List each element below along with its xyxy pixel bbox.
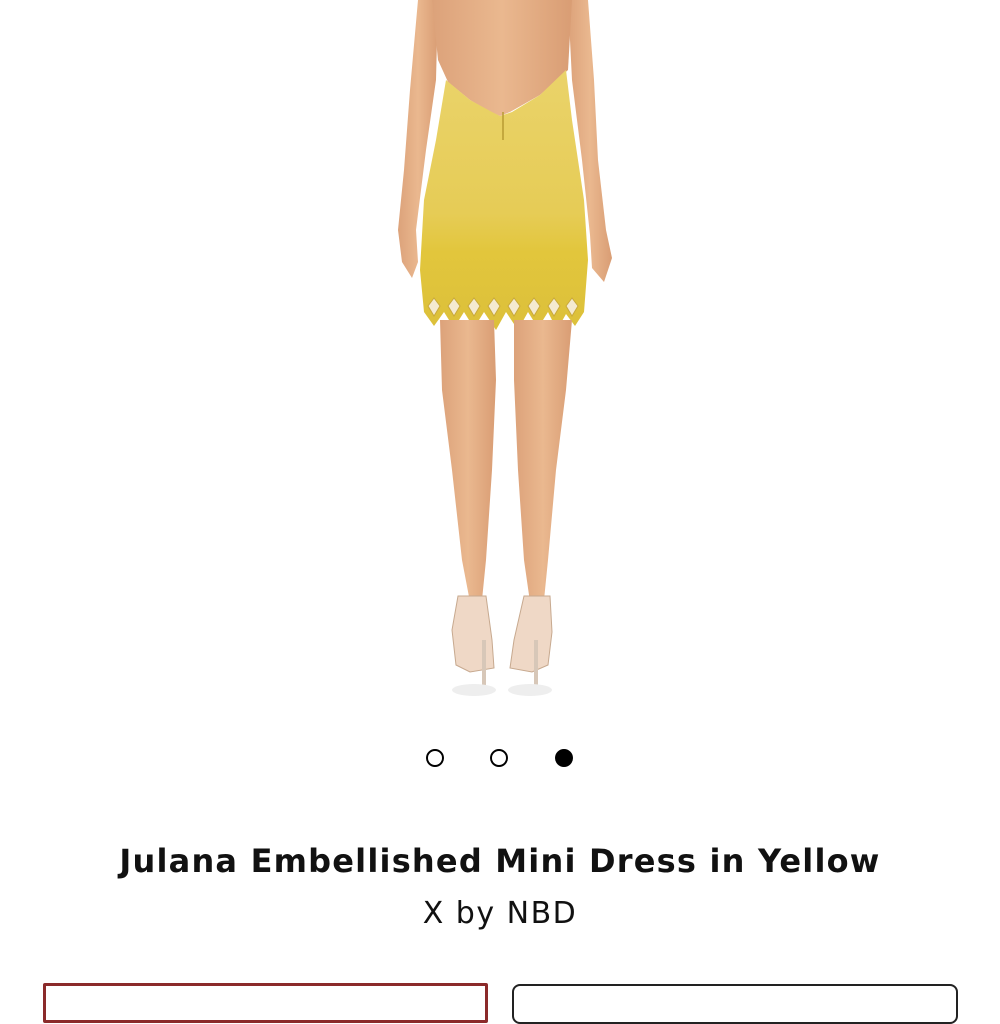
right-leg [514,320,572,602]
product-photo[interactable] [380,0,630,700]
carousel-pagination [0,749,1000,771]
product-brand[interactable]: X by NBD [0,896,1000,931]
product-gallery[interactable] [0,0,1000,720]
secondary-action-button[interactable] [512,984,958,1024]
carousel-dot-2[interactable] [490,749,508,767]
carousel-dot-3-active[interactable] [555,749,573,767]
carousel-dot-1[interactable] [426,749,444,767]
product-title: Julana Embellished Mini Dress in Yellow [119,842,881,880]
size-select-field[interactable] [43,983,488,1023]
left-leg [440,320,496,602]
shoes [451,595,553,696]
